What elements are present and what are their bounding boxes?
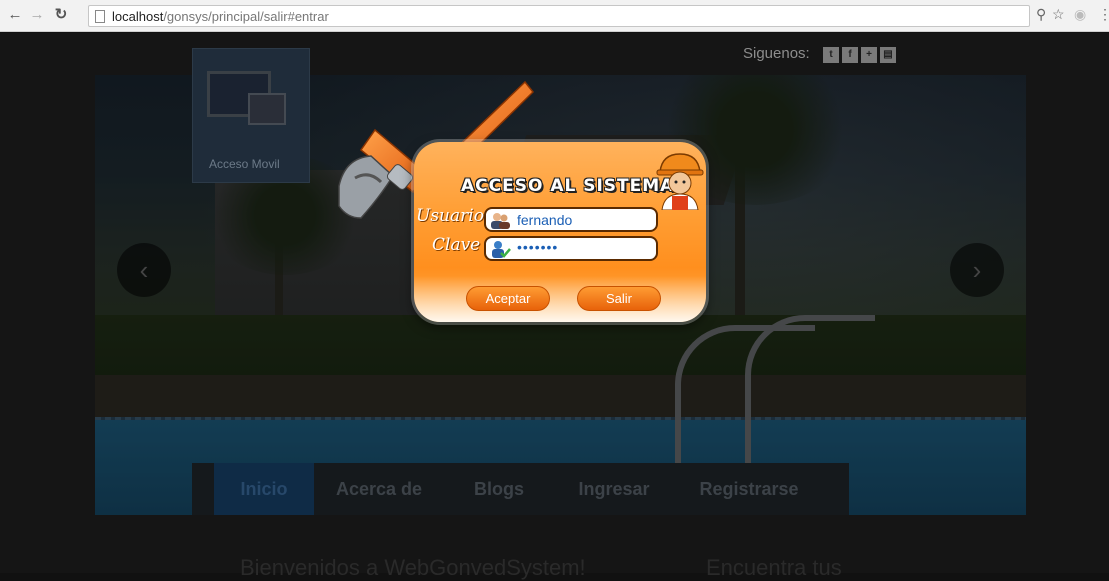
welcome-heading: Bienvenidos a WebGonvedSystem! — [240, 555, 586, 580]
bookmark-star-icon[interactable]: ☆ — [1052, 6, 1065, 23]
zoom-icon[interactable]: ⚲ — [1036, 6, 1046, 23]
username-value: fernando — [517, 212, 573, 228]
menu-dots-icon[interactable]: ⋮ — [1098, 6, 1109, 23]
dialog-title: ACCESO AL SISTEMA — [461, 176, 675, 196]
accept-button[interactable]: Aceptar — [466, 286, 550, 311]
forward-arrow-icon[interactable]: → — [28, 6, 46, 24]
reload-icon[interactable]: ↻ — [52, 6, 70, 24]
dialog-wave — [414, 276, 706, 322]
browser-toolbar: ← → ↻ localhost/gonsys/principal/salir#e… — [0, 0, 1109, 32]
page-icon — [95, 10, 105, 23]
users-icon — [491, 213, 510, 229]
plus-icon[interactable]: + — [861, 47, 877, 63]
password-field[interactable]: ••••••• — [484, 236, 658, 261]
back-arrow-icon[interactable]: ← — [6, 6, 24, 24]
main-menu: Inicio Acerca de Blogs Ingresar Registra… — [192, 463, 849, 515]
user-label: Usuario — [416, 206, 484, 226]
facebook-icon[interactable]: f — [842, 47, 858, 63]
mobile-access-tile[interactable]: Acceso Movil — [192, 48, 310, 183]
username-field[interactable]: fernando — [484, 207, 658, 232]
worker-icon — [656, 153, 704, 210]
social-icons: t f + ▤ — [823, 44, 899, 63]
address-bar[interactable]: localhost/gonsys/principal/salir#entrar — [88, 5, 1030, 27]
user-check-icon — [492, 241, 511, 258]
menu-item-inicio[interactable]: Inicio — [214, 463, 314, 515]
tablet-icon — [248, 93, 286, 125]
social-label: Siguenos: — [743, 45, 810, 62]
slider-prev-icon[interactable]: ‹ — [117, 243, 171, 297]
menu-item-registrarse[interactable]: Registrarse — [674, 463, 824, 515]
exit-button[interactable]: Salir — [577, 286, 661, 311]
secondary-heading: Encuentra tus — [706, 555, 842, 580]
slider-next-icon[interactable]: › — [950, 243, 1004, 297]
url-text: localhost/gonsys/principal/salir#entrar — [112, 9, 329, 24]
mobile-access-label: Acceso Movil — [209, 157, 280, 171]
rss-icon[interactable]: ▤ — [880, 47, 896, 63]
extension-icon[interactable]: ◉ — [1074, 6, 1086, 23]
twitter-icon[interactable]: t — [823, 47, 839, 63]
menu-item-blogs[interactable]: Blogs — [444, 463, 554, 515]
menu-item-acerca-de[interactable]: Acerca de — [314, 463, 444, 515]
menu-item-ingresar[interactable]: Ingresar — [554, 463, 674, 515]
password-label: Clave — [432, 235, 481, 255]
password-value: ••••••• — [517, 239, 559, 255]
